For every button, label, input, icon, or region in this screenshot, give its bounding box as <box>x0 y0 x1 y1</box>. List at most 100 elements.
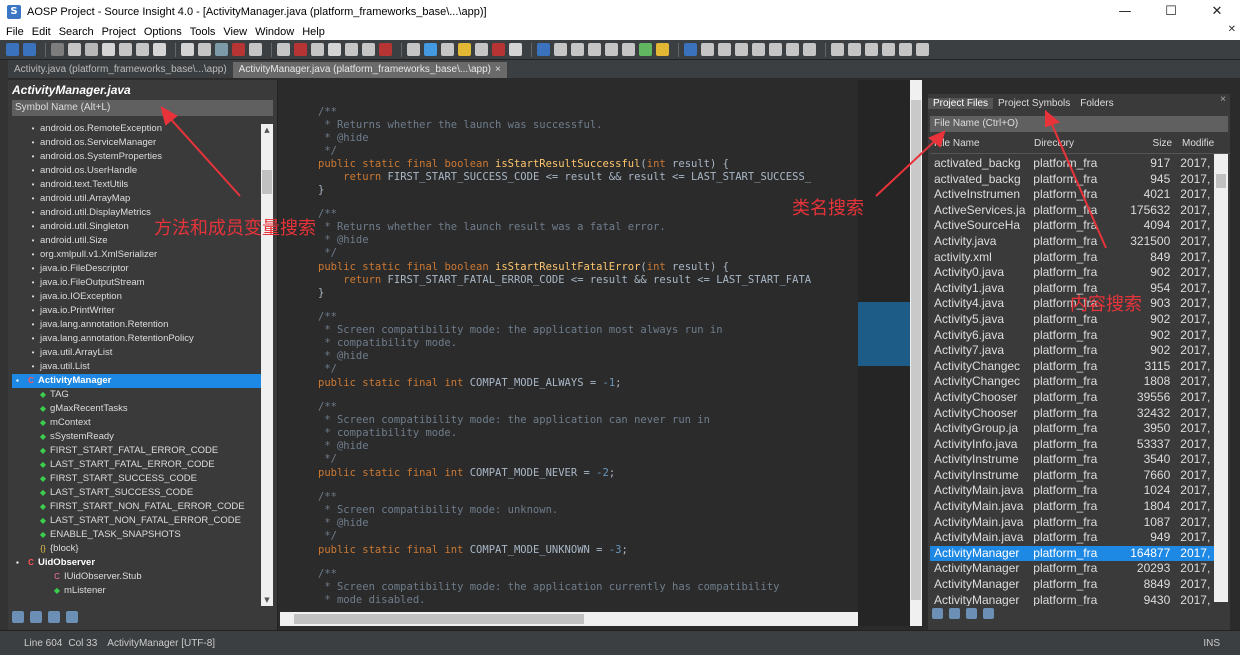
book-icon[interactable] <box>48 611 60 623</box>
file-row[interactable]: ActivityGroup.ja platform_fra 3950 2017, <box>930 421 1216 437</box>
menu-item-edit[interactable]: Edit <box>32 26 59 38</box>
toolbar-button-icon[interactable] <box>605 43 618 56</box>
graph-icon[interactable] <box>12 611 24 623</box>
toolbar-button-icon[interactable] <box>424 43 437 56</box>
file-row[interactable]: Activity6.java platform_fra 902 2017, <box>930 328 1216 344</box>
file-row[interactable]: activated_backg platform_fra 945 2017, <box>930 172 1216 188</box>
code-minimap[interactable] <box>858 80 910 626</box>
toolbar-button-icon[interactable] <box>752 43 765 56</box>
toolbar-button-icon[interactable] <box>232 43 245 56</box>
panel-close-icon[interactable]: × <box>1220 94 1226 105</box>
toolbar-button-icon[interactable] <box>51 43 64 56</box>
symbol-item[interactable]: • android.os.ServiceManager <box>12 136 266 150</box>
symbol-item[interactable]: ◆ ENABLE_TASK_SNAPSHOTS <box>12 528 266 542</box>
toolbar-button-icon[interactable] <box>311 43 324 56</box>
tab-project-symbols[interactable]: Project Symbols <box>993 98 1075 109</box>
toolbar-button-icon[interactable] <box>277 43 290 56</box>
file-list-scrollbar[interactable] <box>1214 154 1228 602</box>
toolbar-button-icon[interactable] <box>379 43 392 56</box>
file-row[interactable]: activity.xml platform_fra 849 2017, <box>930 250 1216 266</box>
folder-icon[interactable] <box>966 608 977 619</box>
expand-icon[interactable]: ▪ <box>16 556 24 570</box>
toolbar-button-icon[interactable] <box>588 43 601 56</box>
toolbar-button-icon[interactable] <box>537 43 550 56</box>
tab-close-icon[interactable]: × <box>495 64 501 75</box>
gear-icon[interactable] <box>983 608 994 619</box>
file-row[interactable]: ActivityInstrume platform_fra 7660 2017, <box>930 468 1216 484</box>
tab-activity-java[interactable]: Activity.java (platform_frameworks_base\… <box>8 62 233 78</box>
symbol-item[interactable]: ▪ C ActivityManager <box>12 374 266 388</box>
scroll-up-arrow-icon[interactable]: ▲ <box>261 124 273 136</box>
toolbar-button-icon[interactable] <box>735 43 748 56</box>
symbol-item[interactable]: ◆ FIRST_START_NON_FATAL_ERROR_CODE <box>12 500 266 514</box>
gear-icon[interactable] <box>66 611 78 623</box>
symbol-item[interactable]: ◆ sSystemReady <box>12 430 266 444</box>
toolbar-button-icon[interactable] <box>345 43 358 56</box>
menu-item-file[interactable]: File <box>0 26 32 38</box>
symbol-item[interactable]: C IUidObserver.Stub <box>12 570 266 584</box>
toolbar-button-icon[interactable] <box>786 43 799 56</box>
symbol-item[interactable]: • java.io.IOException <box>12 290 266 304</box>
file-row[interactable]: ActivityMain.java platform_fra 1087 2017, <box>930 515 1216 531</box>
symbol-item[interactable]: ◆ LAST_START_NON_FATAL_ERROR_CODE <box>12 514 266 528</box>
symbol-item[interactable]: ◆ LAST_START_SUCCESS_CODE <box>12 486 266 500</box>
maximize-button[interactable]: ☐ <box>1148 0 1194 24</box>
toolbar-button-icon[interactable] <box>701 43 714 56</box>
symbol-list-scrollbar[interactable]: ▲ ▼ <box>261 124 273 606</box>
toolbar-button-icon[interactable] <box>916 43 929 56</box>
toolbar-button-icon[interactable] <box>492 43 505 56</box>
file-row[interactable]: Activity7.java platform_fra 902 2017, <box>930 343 1216 359</box>
toolbar-button-icon[interactable] <box>215 43 228 56</box>
symbol-item[interactable]: {} {block} <box>12 542 266 556</box>
file-row[interactable]: ActivityInfo.java platform_fra 53337 2017, <box>930 437 1216 453</box>
menu-close-icon[interactable]: ✕ <box>1228 24 1236 35</box>
file-row[interactable]: ActivityChooser platform_fra 32432 2017, <box>930 406 1216 422</box>
symbol-item[interactable]: ◆ gMaxRecentTasks <box>12 402 266 416</box>
toolbar-button-icon[interactable] <box>656 43 669 56</box>
toolbar-button-icon[interactable] <box>6 43 19 56</box>
file-row[interactable]: ActivityChangec platform_fra 1808 2017, <box>930 374 1216 390</box>
toolbar-button-icon[interactable] <box>85 43 98 56</box>
file-row[interactable]: ActivityManager platform_fra 8849 2017, <box>930 577 1216 593</box>
toolbar-button-icon[interactable] <box>328 43 341 56</box>
toolbar-button-icon[interactable] <box>198 43 211 56</box>
column-directory[interactable]: Directory <box>1030 138 1100 153</box>
toolbar-button-icon[interactable] <box>294 43 307 56</box>
toolbar-button-icon[interactable] <box>509 43 522 56</box>
menu-item-view[interactable]: View <box>223 26 255 38</box>
minimap-viewport[interactable] <box>858 302 910 366</box>
file-row[interactable]: ActiveServices.ja platform_fra 175632 2017, <box>930 203 1216 219</box>
toolbar-button-icon[interactable] <box>639 43 652 56</box>
symbol-item[interactable]: • android.text.TextUtils <box>12 178 266 192</box>
file-row[interactable]: ActivityChangec platform_fra 3115 2017, <box>930 359 1216 375</box>
toolbar-button-icon[interactable] <box>882 43 895 56</box>
menu-item-options[interactable]: Options <box>144 26 190 38</box>
symbol-item[interactable]: • java.io.FileOutputStream <box>12 276 266 290</box>
symbol-search-input[interactable]: Symbol Name (Alt+L) <box>12 100 273 116</box>
symbol-item[interactable]: • java.io.FileDescriptor <box>12 262 266 276</box>
pin-icon[interactable] <box>932 608 943 619</box>
editor-horizontal-scrollbar[interactable] <box>280 612 858 626</box>
menu-item-window[interactable]: Window <box>255 26 302 38</box>
toolbar-button-icon[interactable] <box>249 43 262 56</box>
toolbar-button-icon[interactable] <box>718 43 731 56</box>
toolbar-button-icon[interactable] <box>407 43 420 56</box>
symbol-item[interactable]: • java.lang.annotation.Retention <box>12 318 266 332</box>
editor-vertical-scrollbar[interactable] <box>910 80 922 626</box>
toolbar-button-icon[interactable] <box>554 43 567 56</box>
scroll-down-arrow-icon[interactable]: ▼ <box>261 594 273 606</box>
symbol-item[interactable]: ◆ mListener <box>12 584 266 598</box>
file-row[interactable]: ActivityMain.java platform_fra 1024 2017, <box>930 483 1216 499</box>
toolbar-button-icon[interactable] <box>684 43 697 56</box>
close-button[interactable]: ✕ <box>1194 0 1240 24</box>
file-row[interactable]: ActivityMain.java platform_fra 949 2017, <box>930 530 1216 546</box>
file-row[interactable]: ActivityMain.java platform_fra 1804 2017, <box>930 499 1216 515</box>
toolbar-button-icon[interactable] <box>136 43 149 56</box>
menu-item-tools[interactable]: Tools <box>190 26 224 38</box>
symbol-item[interactable]: ▪ C UidObserver <box>12 556 266 570</box>
toolbar-button-icon[interactable] <box>23 43 36 56</box>
symbol-item[interactable]: ◆ FIRST_START_SUCCESS_CODE <box>12 472 266 486</box>
toolbar-button-icon[interactable] <box>803 43 816 56</box>
file-row[interactable]: ActivityChooser platform_fra 39556 2017, <box>930 390 1216 406</box>
file-row[interactable]: ActiveSourceHa platform_fra 4094 2017, <box>930 218 1216 234</box>
